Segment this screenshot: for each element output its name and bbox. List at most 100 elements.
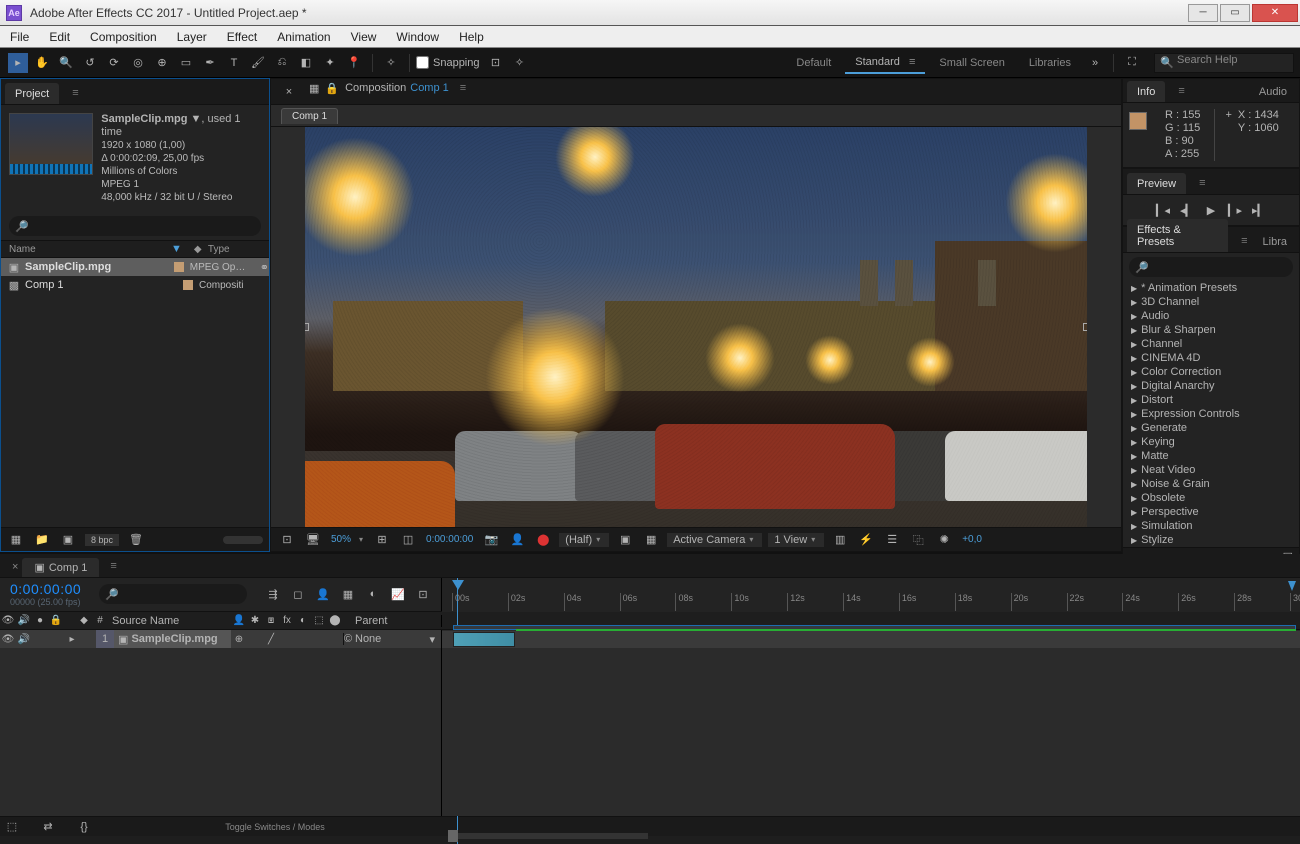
transform-handle-left[interactable] bbox=[305, 323, 309, 331]
type-tool[interactable]: T bbox=[224, 53, 244, 73]
effect-category[interactable]: ▶Color Correction bbox=[1123, 365, 1299, 379]
workspace-small-screen[interactable]: Small Screen bbox=[929, 53, 1014, 73]
prev-frame-button[interactable]: ◂▎ bbox=[1179, 202, 1195, 218]
search-help-input[interactable]: 🔍 Search Help bbox=[1154, 53, 1294, 73]
tab-info[interactable]: Info bbox=[1127, 81, 1165, 102]
last-frame-button[interactable]: ▸▎ bbox=[1251, 202, 1267, 218]
hide-shy-icon[interactable]: 👤 bbox=[313, 584, 333, 604]
maximize-button[interactable]: ▭ bbox=[1220, 4, 1250, 22]
parent-header[interactable]: Parent bbox=[351, 615, 441, 627]
always-preview-icon[interactable]: ⊡ bbox=[277, 531, 297, 549]
effect-category[interactable]: ▶CINEMA 4D bbox=[1123, 351, 1299, 365]
work-area-end[interactable] bbox=[1288, 581, 1296, 591]
trash-icon[interactable]: 🗑 bbox=[127, 532, 145, 548]
play-button[interactable]: ▶ bbox=[1203, 202, 1219, 218]
snap-option-icon[interactable]: ⊡ bbox=[486, 53, 506, 73]
snap-option2-icon[interactable]: ✧ bbox=[510, 53, 530, 73]
selection-tool[interactable]: ▸ bbox=[8, 53, 28, 73]
new-folder-icon[interactable]: 📁 bbox=[33, 532, 51, 548]
pen-tool[interactable]: ✒ bbox=[200, 53, 220, 73]
minimize-button[interactable]: ─ bbox=[1188, 4, 1218, 22]
close-tab-icon[interactable]: × bbox=[8, 557, 22, 577]
fast-previews-icon[interactable]: ⚡ bbox=[856, 531, 876, 549]
current-timecode[interactable]: 0:00:00:00 bbox=[10, 581, 81, 597]
menu-window[interactable]: Window bbox=[386, 26, 449, 48]
menu-view[interactable]: View bbox=[341, 26, 387, 48]
preview-timecode[interactable]: 0:00:00:00 bbox=[424, 534, 475, 545]
transform-handle-right[interactable] bbox=[1083, 323, 1087, 331]
flowchart-icon[interactable]: ⿻ bbox=[908, 531, 928, 549]
panel-menu-icon[interactable]: ≡ bbox=[1236, 230, 1252, 252]
tab-audio[interactable]: Audio bbox=[1249, 81, 1297, 102]
col-name[interactable]: Name bbox=[1, 244, 171, 255]
hand-tool[interactable]: ✋ bbox=[32, 53, 52, 73]
puppet-tool[interactable]: 📍 bbox=[344, 53, 364, 73]
toggle1-icon[interactable]: ⬚ bbox=[2, 817, 22, 837]
reset-exposure-icon[interactable]: ✺ bbox=[934, 531, 954, 549]
sort-icon[interactable]: ▼ bbox=[171, 243, 182, 255]
effect-category[interactable]: ▶Channel bbox=[1123, 337, 1299, 351]
effect-category[interactable]: ▶Blur & Sharpen bbox=[1123, 323, 1299, 337]
toggle-switches-button[interactable]: Toggle Switches / Modes bbox=[225, 822, 325, 832]
toggle2-icon[interactable]: ⇄ bbox=[38, 817, 58, 837]
menu-help[interactable]: Help bbox=[449, 26, 494, 48]
show-snapshot-icon[interactable]: 👤 bbox=[507, 531, 527, 549]
col-label-icon[interactable]: ◆ bbox=[186, 244, 200, 255]
project-search-input[interactable]: 🔎 bbox=[9, 216, 261, 236]
time-ruler[interactable]: 00s02s04s06s08s10s12s14s16s18s20s22s24s2… bbox=[442, 578, 1300, 612]
interpret-footage-icon[interactable]: ▦ bbox=[7, 532, 25, 548]
frame-blend-icon[interactable]: ▦ bbox=[338, 584, 358, 604]
layer-bar[interactable] bbox=[453, 632, 515, 647]
shape-tool[interactable]: ▭ bbox=[176, 53, 196, 73]
views-dropdown[interactable]: 1 View▾ bbox=[768, 533, 824, 547]
crumb-active[interactable]: Comp 1 bbox=[410, 82, 449, 94]
brush-tool[interactable]: 🖌 bbox=[248, 53, 268, 73]
layer-controls-icon[interactable]: ▦ bbox=[309, 82, 319, 95]
menu-edit[interactable]: Edit bbox=[39, 26, 80, 48]
comp-mini-flowchart-icon[interactable]: ⇶ bbox=[263, 584, 283, 604]
lock-icon[interactable]: 🔒 bbox=[325, 82, 339, 95]
video-col-icon[interactable]: 👁 bbox=[0, 615, 16, 626]
graph-editor-icon[interactable]: 📈 bbox=[388, 584, 408, 604]
timeline-icon[interactable]: ☰ bbox=[882, 531, 902, 549]
effects-search-input[interactable]: 🔎 bbox=[1129, 257, 1293, 277]
channel-icon[interactable]: ⬤ bbox=[533, 531, 553, 549]
current-time-indicator[interactable] bbox=[452, 580, 464, 590]
local-axis-icon[interactable]: ✧ bbox=[381, 53, 401, 73]
effect-category[interactable]: ▶Stylize bbox=[1123, 533, 1299, 547]
project-scrollbar[interactable] bbox=[223, 536, 263, 544]
item-label-color[interactable] bbox=[174, 262, 184, 272]
effect-category[interactable]: ▶Expression Controls bbox=[1123, 407, 1299, 421]
tab-effects[interactable]: Effects & Presets bbox=[1127, 219, 1228, 252]
menu-composition[interactable]: Composition bbox=[80, 26, 167, 48]
project-item[interactable]: ▣SampleClip.mpgMPEG Op…⚭ bbox=[1, 258, 269, 276]
solo-col-icon[interactable]: ● bbox=[32, 615, 48, 626]
zoom-tool[interactable]: 🔍 bbox=[56, 53, 76, 73]
effect-category[interactable]: ▶Matte bbox=[1123, 449, 1299, 463]
flowchart-tab[interactable]: Comp 1 bbox=[281, 108, 338, 124]
label-col-icon[interactable]: ◆ bbox=[76, 615, 92, 626]
clone-tool[interactable]: ⎌ bbox=[272, 53, 292, 73]
tab-libraries[interactable]: Libra bbox=[1253, 231, 1297, 252]
menu-file[interactable]: File bbox=[0, 26, 39, 48]
brainstorm-icon[interactable]: ⊡ bbox=[413, 584, 433, 604]
menu-effect[interactable]: Effect bbox=[217, 26, 267, 48]
lock-col-icon[interactable]: 🔒 bbox=[48, 615, 64, 626]
project-item[interactable]: ▩Comp 1Compositi bbox=[1, 276, 269, 294]
timeline-tracks[interactable] bbox=[442, 630, 1300, 816]
roi-icon[interactable]: ▣ bbox=[615, 531, 635, 549]
resolution-grid-icon[interactable]: ⊞ bbox=[372, 531, 392, 549]
close-panel-icon[interactable]: × bbox=[279, 82, 299, 102]
panel-menu-icon[interactable]: ≡ bbox=[105, 555, 121, 577]
exposure-value[interactable]: +0,0 bbox=[960, 534, 984, 545]
effect-category[interactable]: ▶Audio bbox=[1123, 309, 1299, 323]
panel-menu-icon[interactable]: ≡ bbox=[1194, 172, 1210, 194]
next-frame-button[interactable]: ▎▸ bbox=[1227, 202, 1243, 218]
sync-settings-icon[interactable]: ⛶ bbox=[1122, 53, 1142, 73]
workspace-standard[interactable]: Standard ≡ bbox=[845, 52, 925, 74]
resolution-dropdown[interactable]: (Half)▾ bbox=[559, 533, 609, 547]
timeline-tab[interactable]: ▣Comp 1 bbox=[22, 558, 99, 577]
motion-blur-icon[interactable]: ◐ bbox=[363, 584, 383, 604]
pixel-aspect-icon[interactable]: ▥ bbox=[830, 531, 850, 549]
effect-category[interactable]: ▶Distort bbox=[1123, 393, 1299, 407]
